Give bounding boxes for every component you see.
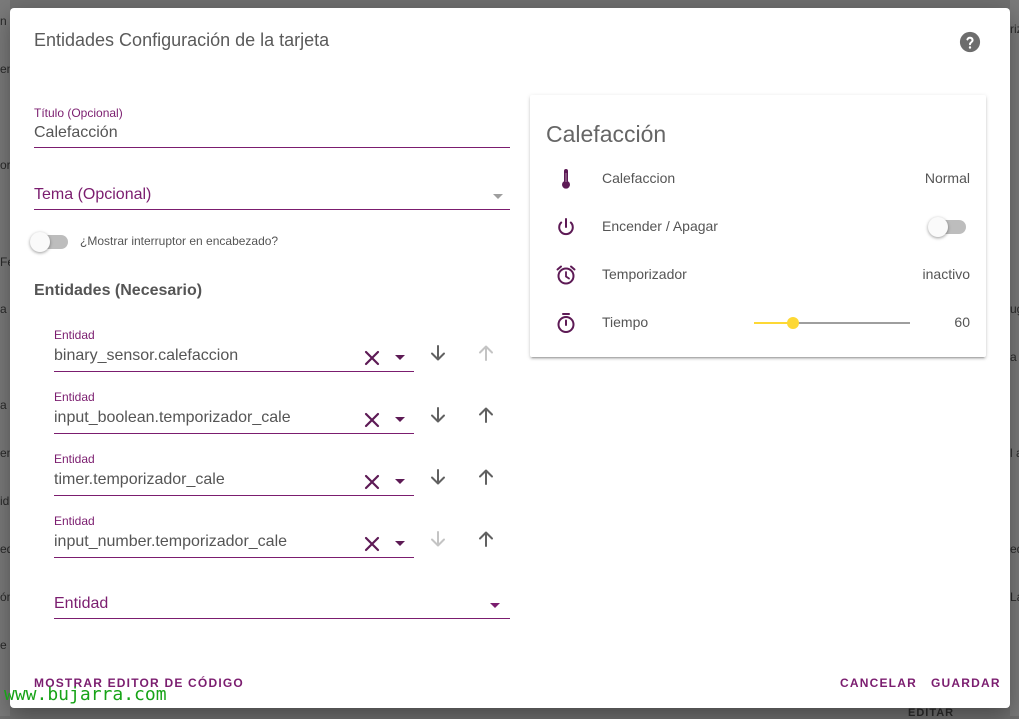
chevron-down-icon	[493, 194, 503, 199]
row-state: Normal	[924, 170, 970, 186]
background-text: ed	[1010, 542, 1019, 556]
clear-icon[interactable]	[363, 535, 381, 553]
row-name: Temporizador	[602, 266, 687, 282]
toggle-thumb	[928, 217, 948, 237]
background-text: id	[0, 494, 10, 508]
add-entity-dropdown[interactable]: Entidad	[54, 595, 510, 619]
theme-dropdown-underline	[34, 209, 510, 210]
entity-picker-underline	[54, 433, 414, 434]
chevron-down-icon[interactable]	[395, 417, 405, 422]
move-up-icon[interactable]	[476, 467, 496, 487]
background-text: Fe	[0, 255, 10, 269]
move-up-icon[interactable]	[476, 529, 496, 549]
background-text: en	[0, 62, 10, 76]
background-text: ón	[0, 590, 10, 604]
chevron-down-icon[interactable]	[395, 479, 405, 484]
background-text: e U	[0, 638, 10, 652]
move-down-icon[interactable]	[428, 529, 448, 549]
entity-picker-value: binary_sensor.calefaccion	[54, 347, 239, 364]
header-toggle-label: ¿Mostrar interruptor en encabezado?	[80, 234, 279, 248]
background-edit-button: EDITAR	[908, 707, 955, 719]
background-text: a	[1010, 350, 1017, 364]
preview-card-title: Calefacción	[546, 121, 667, 147]
move-down-icon[interactable]	[428, 405, 448, 425]
background-left	[0, 0, 10, 716]
chevron-down-icon	[490, 603, 500, 608]
time-slider[interactable]	[754, 313, 910, 333]
title-field-label: Título (Opcional)	[34, 106, 123, 120]
background-text: La	[1010, 590, 1019, 604]
background-text: ed	[0, 542, 10, 556]
background-text: en	[0, 446, 10, 460]
entity-picker[interactable]: Entidad input_number.temporizador_cale	[54, 514, 434, 558]
power-icon	[554, 215, 578, 239]
entity-picker[interactable]: Entidad timer.temporizador_cale	[54, 452, 434, 496]
entity-picker[interactable]: Entidad binary_sensor.calefaccion	[54, 328, 434, 372]
entities-heading: Entidades (Necesario)	[34, 282, 203, 299]
entity-picker-value: input_boolean.temporizador_cale	[54, 409, 291, 426]
dialog-title: Entidades Configuración de la tarjeta	[34, 30, 330, 50]
move-down-icon[interactable]	[428, 343, 448, 363]
move-down-icon[interactable]	[428, 467, 448, 487]
theme-dropdown[interactable]: Tema (Opcional)	[34, 186, 510, 210]
entity-picker-underline	[54, 557, 414, 558]
background-text: a	[0, 302, 7, 316]
slider-value: 60	[954, 314, 970, 330]
header-toggle-switch[interactable]	[30, 231, 70, 253]
row-name: Calefaccion	[602, 170, 676, 186]
title-field[interactable]: Título (Opcional) Calefacción	[34, 106, 510, 148]
row-name: Encender / Apagar	[602, 218, 718, 234]
add-entity-underline	[54, 618, 510, 619]
power-toggle-switch[interactable]	[928, 216, 968, 238]
entity-picker-underline	[54, 495, 414, 496]
entity-picker-label: Entidad	[54, 452, 95, 466]
entity-picker-label: Entidad	[54, 514, 95, 528]
cancel-button[interactable]: CANCELAR	[840, 676, 917, 690]
background-text: ug	[1010, 302, 1019, 316]
background-text: a	[0, 398, 7, 412]
save-button[interactable]: GUARDAR	[931, 676, 1001, 690]
row-name: Tiempo	[602, 314, 649, 330]
card-config-dialog: Entidades Configuración de la tarjeta Tí…	[10, 8, 1010, 708]
entity-picker-label: Entidad	[54, 390, 95, 404]
thermometer-icon	[554, 167, 578, 191]
clear-icon[interactable]	[363, 349, 381, 367]
theme-dropdown-label: Tema (Opcional)	[34, 186, 152, 203]
background-text: or	[0, 158, 10, 172]
background-text: riz	[1010, 22, 1019, 36]
entity-picker-value: input_number.temporizador_cale	[54, 533, 288, 550]
title-field-underline	[34, 147, 510, 148]
add-entity-label: Entidad	[54, 595, 109, 612]
row-state: inactivo	[922, 266, 970, 282]
title-field-value: Calefacción	[34, 124, 118, 141]
chevron-down-icon[interactable]	[395, 541, 405, 546]
entity-picker[interactable]: Entidad input_boolean.temporizador_cale	[54, 390, 434, 434]
background-text: l a	[1010, 446, 1019, 460]
move-up-icon[interactable]	[476, 343, 496, 363]
toggle-thumb	[30, 232, 50, 252]
entity-picker-label: Entidad	[54, 328, 95, 342]
entity-picker-value: timer.temporizador_cale	[54, 471, 225, 488]
slider-thumb[interactable]	[787, 317, 799, 329]
entity-picker-underline	[54, 371, 414, 372]
background-text: n	[0, 14, 7, 28]
clear-icon[interactable]	[363, 473, 381, 491]
clear-icon[interactable]	[363, 411, 381, 429]
timer-icon	[554, 311, 578, 335]
alarm-clock-icon	[554, 263, 578, 287]
preview-card: Calefacción Calefaccion Normal Encender …	[530, 95, 986, 357]
watermark: www.bujarra.com	[4, 684, 167, 705]
help-icon[interactable]	[959, 31, 981, 53]
move-up-icon[interactable]	[476, 405, 496, 425]
chevron-down-icon[interactable]	[395, 355, 405, 360]
